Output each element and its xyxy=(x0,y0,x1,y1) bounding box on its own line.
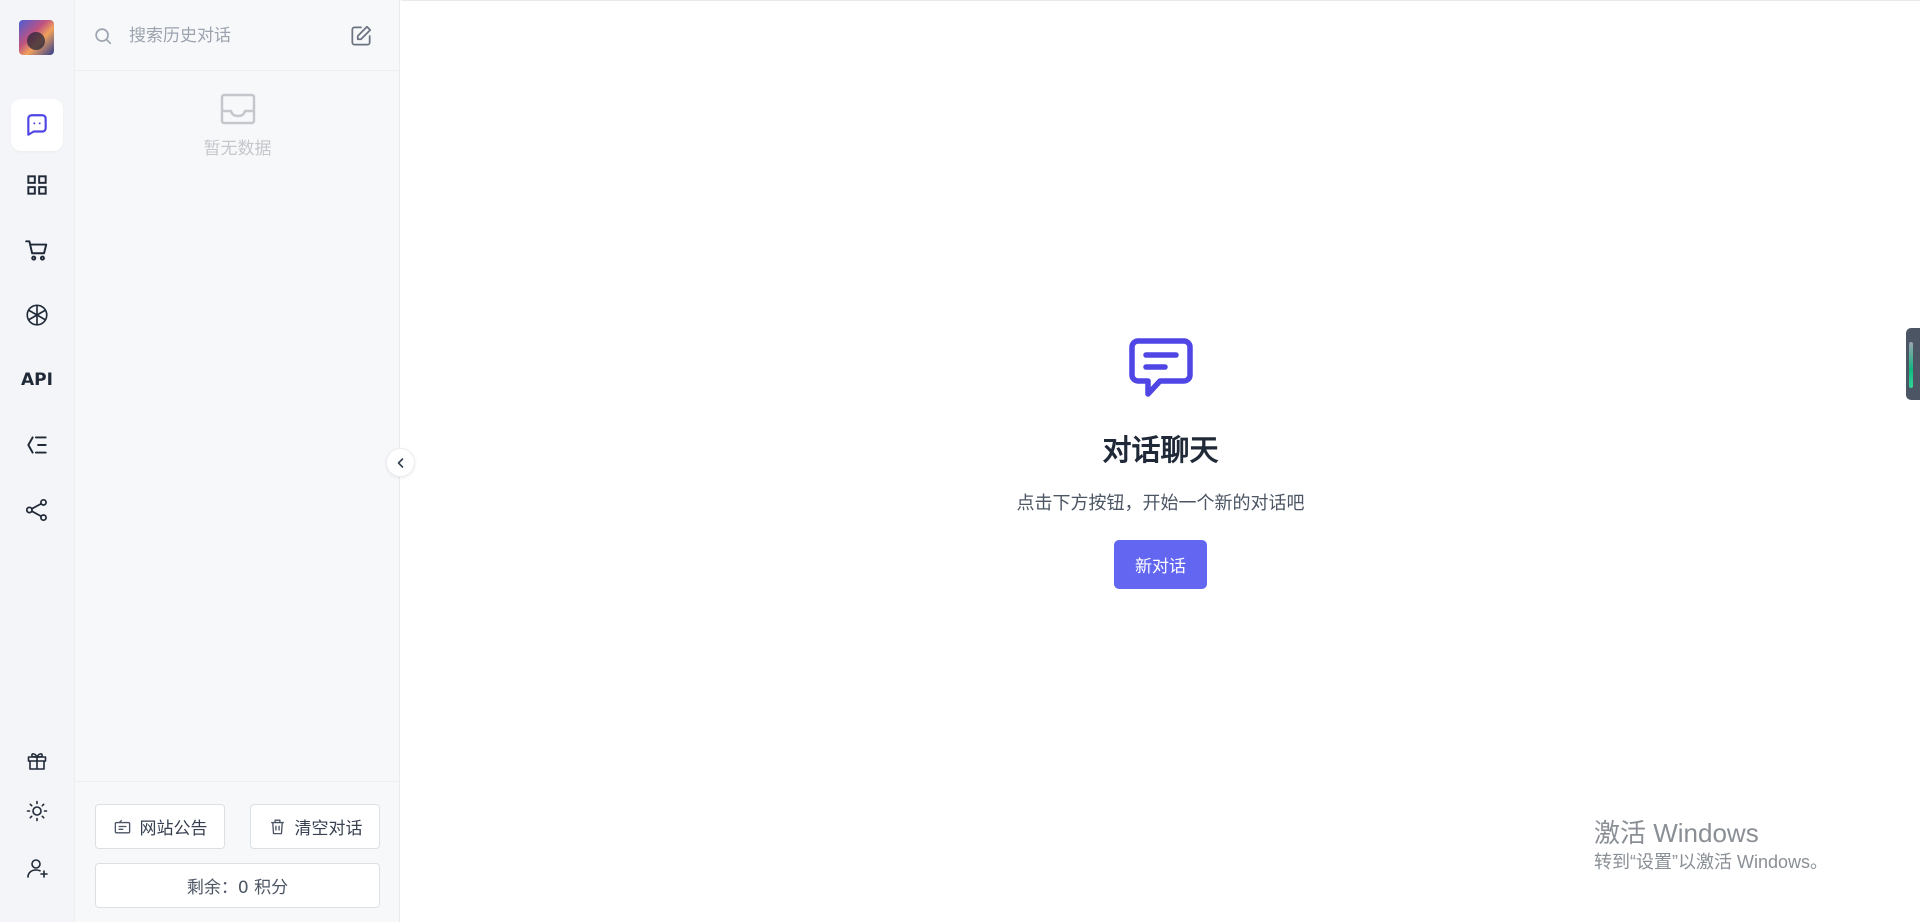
notice-button[interactable]: 网站公告 xyxy=(95,804,225,849)
apps-grid-icon xyxy=(27,175,47,195)
history-panel: 暂无数据 网站公告 清空对话 剩余：0 积分 xyxy=(75,0,400,922)
nav-openai[interactable] xyxy=(11,289,63,341)
search-input[interactable] xyxy=(127,20,327,52)
balance-display: 剩余：0 积分 xyxy=(95,863,380,908)
sun-icon xyxy=(26,800,48,822)
list-indent-icon xyxy=(27,436,47,454)
openai-icon xyxy=(26,304,48,326)
welcome-panel: 对话聊天 点击下方按钮，开始一个新的对话吧 新对话 xyxy=(401,337,1920,589)
watermark-subtitle: 转到“设置”以激活 Windows。 xyxy=(1594,852,1829,872)
message-square-icon xyxy=(1128,338,1193,397)
history-search-bar xyxy=(75,0,400,71)
empty-text: 暂无数据 xyxy=(203,139,272,159)
trash-icon xyxy=(270,819,284,835)
edit-icon[interactable] xyxy=(348,23,374,49)
nav-apps[interactable] xyxy=(11,159,63,211)
edge-widget-bar xyxy=(1909,342,1913,388)
history-footer: 网站公告 清空对话 剩余：0 积分 xyxy=(75,781,400,922)
gift-button[interactable] xyxy=(19,743,55,779)
clear-label: 清空对话 xyxy=(294,819,363,839)
inbox-icon xyxy=(220,93,255,125)
watermark-title: 激活 Windows xyxy=(1594,818,1759,848)
cart-icon xyxy=(25,240,48,261)
chat-icon xyxy=(27,114,47,136)
share-icon xyxy=(25,498,47,522)
clear-button[interactable]: 清空对话 xyxy=(250,804,380,849)
search-icon xyxy=(95,28,112,45)
empty-state: 暂无数据 xyxy=(75,92,400,159)
page-title: 对话聊天 xyxy=(1102,433,1219,467)
nav-tasks[interactable] xyxy=(11,419,63,471)
notice-icon xyxy=(114,819,130,834)
theme-toggle[interactable] xyxy=(19,793,55,829)
new-chat-button[interactable]: 新对话 xyxy=(1114,540,1207,589)
gift-icon xyxy=(27,753,47,770)
edge-widget[interactable] xyxy=(1906,328,1920,400)
notice-label: 网站公告 xyxy=(139,819,208,839)
nav-chat[interactable] xyxy=(11,99,63,151)
windows-watermark: 激活 Windows 转到“设置”以激活 Windows。 xyxy=(1594,816,1828,874)
avatar[interactable] xyxy=(19,20,54,55)
user-add-button[interactable] xyxy=(19,850,55,886)
api-icon: API xyxy=(21,370,53,390)
user-add-icon xyxy=(27,859,48,878)
main-area: 对话聊天 点击下方按钮，开始一个新的对话吧 新对话 xyxy=(401,0,1920,922)
nav-share[interactable] xyxy=(11,484,63,536)
nav-api[interactable]: API xyxy=(11,354,63,406)
nav-shop[interactable] xyxy=(11,224,63,276)
icon-rail: API xyxy=(0,0,75,922)
page-subtitle: 点击下方按钮，开始一个新的对话吧 xyxy=(1016,493,1305,514)
